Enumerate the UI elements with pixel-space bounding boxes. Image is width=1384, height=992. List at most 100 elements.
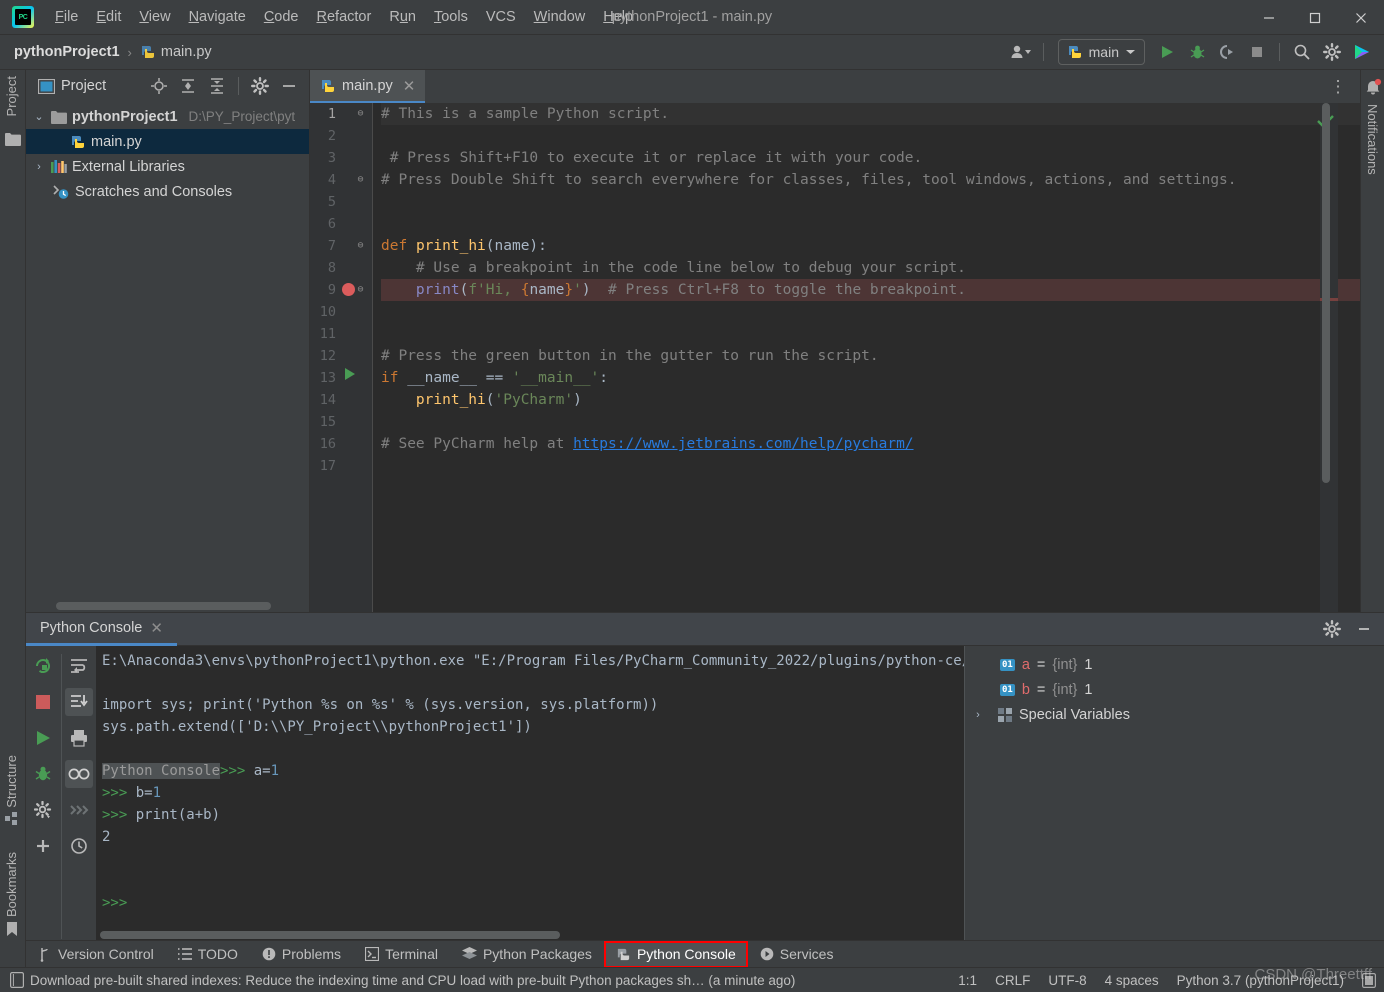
status-encoding[interactable]: UTF-8 xyxy=(1048,973,1086,988)
soft-wrap-icon[interactable] xyxy=(65,652,93,680)
skip-breakpoints-icon[interactable] xyxy=(65,796,93,824)
menu-help[interactable]: Help xyxy=(594,5,642,29)
project-horizontal-scrollbar[interactable] xyxy=(56,602,271,610)
panel-toolbar-divider xyxy=(238,77,239,95)
line-number: 3 xyxy=(327,150,336,166)
menu-run[interactable]: Run xyxy=(380,5,425,29)
console-line-prompt[interactable]: >>> xyxy=(102,892,964,914)
debug-icon[interactable] xyxy=(29,760,57,788)
status-message[interactable]: Download pre-built shared indexes: Reduc… xyxy=(30,973,795,988)
chevron-down-icon[interactable]: ⌄ xyxy=(32,110,46,123)
line-number: 16 xyxy=(319,436,336,452)
tab-main-py[interactable]: main.py ✕ xyxy=(310,70,426,103)
bottom-tab-python-packages[interactable]: Python Packages xyxy=(450,941,604,968)
tree-node-scratches[interactable]: Scratches and Consoles xyxy=(26,179,309,204)
locate-file-icon[interactable] xyxy=(145,73,173,99)
expand-all-icon[interactable] xyxy=(174,73,202,99)
fold-marker[interactable]: ⊖ xyxy=(355,279,366,301)
line-number: 10 xyxy=(319,304,336,320)
run-gutter-icon[interactable] xyxy=(344,367,356,381)
console-horizontal-scrollbar[interactable] xyxy=(100,931,560,939)
status-indent[interactable]: 4 spaces xyxy=(1105,973,1159,988)
jetbrains-toolbox-icon[interactable] xyxy=(1348,39,1376,65)
stripe-bookmarks-button[interactable]: Bookmarks xyxy=(4,852,19,937)
settings-gear-icon[interactable] xyxy=(1318,616,1346,642)
run-configuration-selector[interactable]: main xyxy=(1057,39,1145,65)
stop-icon[interactable] xyxy=(1243,39,1271,65)
status-indexes-icon[interactable] xyxy=(10,972,24,988)
editor-scrollbar-thumb[interactable] xyxy=(1322,103,1330,483)
variable-row[interactable]: 01 b = {int} 1 xyxy=(965,677,1384,702)
stripe-project-button[interactable]: Project xyxy=(4,76,19,116)
breakpoint-icon[interactable] xyxy=(342,283,355,296)
fold-marker[interactable]: ⊖ xyxy=(355,235,366,257)
stripe-notifications-label[interactable]: Notifications xyxy=(1365,104,1380,175)
console-tab-python-console[interactable]: Python Console ✕ xyxy=(26,613,177,646)
tree-node-mainpy[interactable]: main.py xyxy=(26,129,309,154)
status-caret-position[interactable]: 1:1 xyxy=(958,973,977,988)
chevron-right-icon[interactable]: › xyxy=(965,709,991,721)
minimize-button[interactable] xyxy=(1246,0,1292,35)
menu-code[interactable]: Code xyxy=(255,5,308,29)
history-icon[interactable] xyxy=(65,832,93,860)
tree-node-project[interactable]: ⌄ pythonProject1 D:\PY_Project\pyt xyxy=(26,104,309,129)
menu-refactor[interactable]: Refactor xyxy=(308,5,381,29)
more-options-icon[interactable]: ⋮ xyxy=(1324,74,1352,100)
run-coverage-icon[interactable] xyxy=(1213,39,1241,65)
print-icon[interactable] xyxy=(65,724,93,752)
status-interpreter[interactable]: Python 3.7 (pythonProject1) xyxy=(1177,973,1344,988)
tree-node-external-libraries[interactable]: › External Libraries xyxy=(26,154,309,179)
settings-gear-icon[interactable] xyxy=(29,796,57,824)
menu-window[interactable]: Window xyxy=(525,5,595,29)
scroll-to-end-icon[interactable] xyxy=(64,688,93,716)
fold-marker[interactable]: ⊖ xyxy=(355,103,366,125)
account-icon[interactable] xyxy=(1007,39,1035,65)
fold-marker[interactable]: ⊖ xyxy=(355,169,366,191)
editor-vertical-scrollbar[interactable] xyxy=(1322,103,1330,612)
bottom-tab-version-control[interactable]: Version Control xyxy=(26,941,166,968)
menu-view[interactable]: View xyxy=(130,5,179,29)
hide-panel-icon[interactable] xyxy=(275,73,303,99)
bottom-tab-problems[interactable]: Problems xyxy=(250,941,353,968)
stop-icon[interactable] xyxy=(29,688,57,716)
status-lock-icon[interactable] xyxy=(1362,972,1376,988)
close-icon[interactable]: ✕ xyxy=(403,77,416,95)
menu-file[interactable]: FFileile xyxy=(46,5,87,29)
run-icon[interactable] xyxy=(1153,39,1181,65)
bottom-tab-services[interactable]: Services xyxy=(748,941,846,968)
bottom-tab-terminal[interactable]: Terminal xyxy=(353,941,450,968)
bottom-tab-python-console[interactable]: Python Console xyxy=(603,940,748,968)
menu-tools[interactable]: Tools xyxy=(425,5,477,29)
breadcrumb-file[interactable]: main.py xyxy=(161,44,212,60)
breadcrumb-project[interactable]: pythonProject1 xyxy=(14,44,120,60)
variable-row[interactable]: 01 a = {int} 1 xyxy=(965,652,1384,677)
notification-bell-icon[interactable] xyxy=(1364,78,1382,96)
stripe-structure-button[interactable]: Structure xyxy=(4,755,19,826)
status-line-separator[interactable]: CRLF xyxy=(995,973,1030,988)
console-tab-label: Python Console xyxy=(40,619,143,636)
collapse-all-icon[interactable] xyxy=(203,73,231,99)
minimize-icon[interactable] xyxy=(1350,616,1378,642)
line-number: 17 xyxy=(319,458,336,474)
code-text[interactable]: # This is a sample Python script. # Pres… xyxy=(372,103,1360,612)
debug-icon[interactable] xyxy=(1183,39,1211,65)
editor-gutter[interactable]: 1 2 3 4 5 6 7 8 9 10 11 12 13 14 15 16 1… xyxy=(310,103,372,612)
maximize-button[interactable] xyxy=(1292,0,1338,35)
close-icon[interactable]: ✕ xyxy=(150,619,163,637)
add-icon[interactable] xyxy=(29,832,57,860)
menu-vcs[interactable]: VCS xyxy=(477,5,525,29)
menu-navigate[interactable]: Navigate xyxy=(180,5,255,29)
settings-gear-icon[interactable] xyxy=(1318,39,1346,65)
menu-edit[interactable]: Edit xyxy=(87,5,130,29)
rerun-icon[interactable] xyxy=(29,652,57,680)
code-editor[interactable]: 1 2 3 4 5 6 7 8 9 10 11 12 13 14 15 16 1… xyxy=(310,103,1360,612)
console-output[interactable]: E:\Anaconda3\envs\pythonProject1\python.… xyxy=(96,646,964,941)
show-variables-icon[interactable] xyxy=(64,760,93,788)
run-icon[interactable] xyxy=(29,724,57,752)
chevron-right-icon[interactable]: › xyxy=(32,161,46,173)
search-icon[interactable] xyxy=(1288,39,1316,65)
settings-gear-icon[interactable] xyxy=(246,73,274,99)
close-button[interactable] xyxy=(1338,0,1384,35)
bottom-tab-todo[interactable]: TODO xyxy=(166,941,250,968)
variable-row-special[interactable]: › Special Variables xyxy=(965,702,1384,727)
